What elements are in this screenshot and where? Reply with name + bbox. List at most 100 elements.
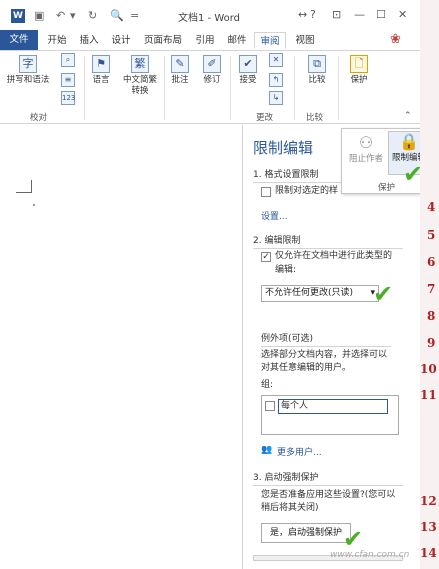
more-users-link[interactable]: 更多用户...: [277, 445, 322, 458]
account-avatar-icon[interactable]: ❀: [390, 32, 401, 47]
tab-file[interactable]: 文件: [0, 30, 38, 50]
enforce-question-2: 稍后将其关闭): [261, 503, 319, 513]
compare-icon: ⧉: [308, 55, 326, 73]
print-preview-icon[interactable]: 🔍: [110, 9, 124, 22]
editing-type-select[interactable]: 不允许任何更改(只读) ▾: [261, 285, 379, 302]
ribbon-options-icon[interactable]: ⊡: [332, 8, 341, 21]
reject-icon: ✕: [269, 53, 283, 67]
protect-button[interactable]: 🗋 保护: [344, 55, 374, 86]
compare-label: 比较: [308, 75, 326, 85]
background-document-strip: 4 5 6 7 8 9 10 11 12 13 14: [420, 0, 439, 569]
block-authors-button[interactable]: ⚇ 阻止作者: [346, 133, 386, 164]
line-number: 8: [427, 309, 436, 323]
tab-mailings[interactable]: 邮件: [222, 32, 252, 49]
save-icon[interactable]: ▣: [34, 9, 44, 22]
start-enforcing-button[interactable]: 是，启动强制保护: [261, 523, 351, 543]
tab-page-layout[interactable]: 页面布局: [138, 32, 188, 49]
language-icon: ⚑: [92, 55, 110, 73]
maximize-button[interactable]: ☐: [376, 8, 386, 21]
editing-type-value: 不允许任何更改(只读): [265, 288, 354, 298]
accept-label: 接受: [239, 75, 257, 85]
spelling-check-icon: 字: [19, 55, 37, 73]
redo-icon[interactable]: ↻: [88, 9, 97, 22]
exceptions-desc-1: 选择部分文档内容，并选择可以: [261, 350, 388, 360]
chinese-convert-label-2: 转换: [131, 86, 149, 96]
language-label: 语言: [92, 75, 110, 85]
help-button[interactable]: ?: [310, 8, 316, 21]
research-icon: ⌕: [61, 53, 75, 67]
group-separator: [84, 56, 85, 120]
section-enforce-heading: 3. 启动强制保护: [253, 470, 403, 486]
line-number: 4: [427, 200, 436, 214]
tab-view[interactable]: 视图: [290, 32, 320, 49]
annotation-check-icon: ✔: [373, 280, 394, 308]
group-label-compare: 比较: [306, 113, 324, 123]
chinese-convert-button[interactable]: 繁 中文简繁 转换: [118, 55, 162, 97]
tab-references[interactable]: 引用: [190, 32, 220, 49]
line-number: 11: [420, 388, 437, 402]
customize-qat-icon[interactable]: =: [130, 9, 139, 22]
previous-change-button[interactable]: ↰: [266, 73, 286, 89]
reject-button[interactable]: ✕: [266, 53, 286, 69]
block-authors-icon: ⚇: [358, 133, 374, 152]
everyone-checkbox[interactable]: [265, 401, 275, 411]
close-button[interactable]: ✕: [398, 8, 407, 21]
tab-home[interactable]: 开始: [42, 32, 72, 49]
watermark: www.cfan.com.cn: [330, 550, 410, 560]
settings-link[interactable]: 设置...: [261, 209, 288, 222]
minimize-button[interactable]: —: [354, 8, 365, 21]
next-change-button[interactable]: ↳: [266, 91, 286, 107]
protect-group-label: 保护: [378, 183, 396, 193]
line-number: 9: [427, 336, 436, 350]
pane-title: 限制编辑: [253, 139, 314, 157]
exceptions-heading: 例外项(可选): [261, 331, 391, 347]
ribbon-display-icon[interactable]: ↔: [298, 8, 307, 21]
spelling-grammar-label: 拼写和语法: [6, 75, 50, 85]
exceptions-desc-2: 对其任意编辑的用户。: [261, 363, 352, 373]
title-bar: W ▣ ↶ ▾ ↻ 🔍 = 文档1 - Word ↔ ? ⊡ — ☐ ✕: [0, 0, 420, 30]
word-count-icon: 123: [61, 91, 75, 105]
convert-icon: 繁: [131, 55, 149, 73]
next-icon: ↳: [269, 91, 283, 105]
formatting-restrict-checkbox[interactable]: [261, 187, 271, 197]
tab-design[interactable]: 设计: [106, 32, 136, 49]
comment-button[interactable]: ✎ 批注: [166, 55, 194, 86]
group-label: 组:: [261, 380, 274, 390]
ribbon-tabs: 文件 开始 插入 设计 页面布局 引用 邮件 审阅 视图 ❀: [0, 30, 420, 50]
dropdown-chevron-icon[interactable]: ▾: [70, 9, 76, 22]
group-separator: [294, 56, 295, 120]
track-changes-label: 修订: [203, 75, 221, 85]
group-separator: [230, 56, 231, 120]
editing-restrict-label-1: 仅允许在文档中进行此类型的: [275, 251, 393, 261]
language-button[interactable]: ⚑ 语言: [88, 55, 114, 86]
research-button[interactable]: ⌕: [58, 53, 78, 69]
editing-restrict-checkbox[interactable]: ✓: [261, 252, 271, 262]
document-canvas[interactable]: [0, 125, 242, 569]
section-editing-heading: 2. 编辑限制: [253, 233, 403, 249]
track-changes-button[interactable]: ✐ 修订: [198, 55, 226, 86]
line-number: 10: [420, 362, 437, 376]
track-changes-icon: ✐: [203, 55, 221, 73]
previous-icon: ↰: [269, 73, 283, 87]
formatting-restrict-label: 限制对选定的样: [275, 186, 339, 196]
tab-insert[interactable]: 插入: [74, 32, 104, 49]
spelling-grammar-button[interactable]: 字 拼写和语法: [6, 55, 50, 86]
chinese-convert-label-1: 中文简繁: [122, 75, 157, 85]
collapse-ribbon-icon[interactable]: ⌃: [404, 111, 412, 121]
undo-icon[interactable]: ↶: [56, 9, 65, 22]
accept-button[interactable]: ✔ 接受: [234, 55, 262, 86]
thesaurus-button[interactable]: ≡: [58, 73, 78, 89]
line-number: 5: [427, 228, 436, 242]
group-label-changes: 更改: [256, 113, 274, 123]
accept-icon: ✔: [239, 55, 257, 73]
group-separator: [164, 56, 165, 120]
word-count-button[interactable]: 123: [58, 91, 78, 107]
group-separator: [338, 56, 339, 120]
line-number: 6: [427, 255, 436, 269]
protect-label: 保护: [350, 75, 368, 85]
compare-button[interactable]: ⧉ 比较: [302, 55, 332, 86]
tab-review[interactable]: 审阅: [254, 32, 286, 49]
paragraph-corner-mark: [16, 192, 32, 193]
everyone-item[interactable]: 每个人: [278, 399, 388, 414]
word-logo-icon: W: [11, 9, 25, 23]
